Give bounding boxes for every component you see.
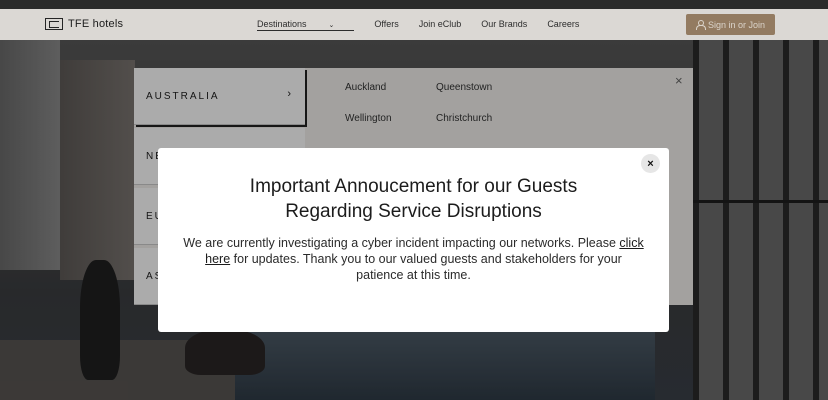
top-strip bbox=[0, 0, 828, 9]
site-header: TFE hotels Destinations ⌄ Offers Join eCl… bbox=[0, 9, 828, 40]
modal-body-text-2: for updates. Thank you to our valued gue… bbox=[230, 252, 622, 282]
modal-title-line-1: Important Annoucement for our Guests bbox=[249, 176, 578, 197]
announcement-modal: × Important Annoucement for our Guests R… bbox=[158, 148, 669, 332]
modal-title: Important Annoucement for our Guests Reg… bbox=[158, 174, 669, 224]
close-icon[interactable]: × bbox=[641, 154, 660, 173]
modal-body: We are currently investigating a cyber i… bbox=[183, 235, 644, 283]
modal-body-text-1: We are currently investigating a cyber i… bbox=[183, 236, 620, 250]
header-overlay bbox=[0, 9, 828, 40]
modal-title-line-2: Regarding Service Disruptions bbox=[285, 201, 542, 222]
